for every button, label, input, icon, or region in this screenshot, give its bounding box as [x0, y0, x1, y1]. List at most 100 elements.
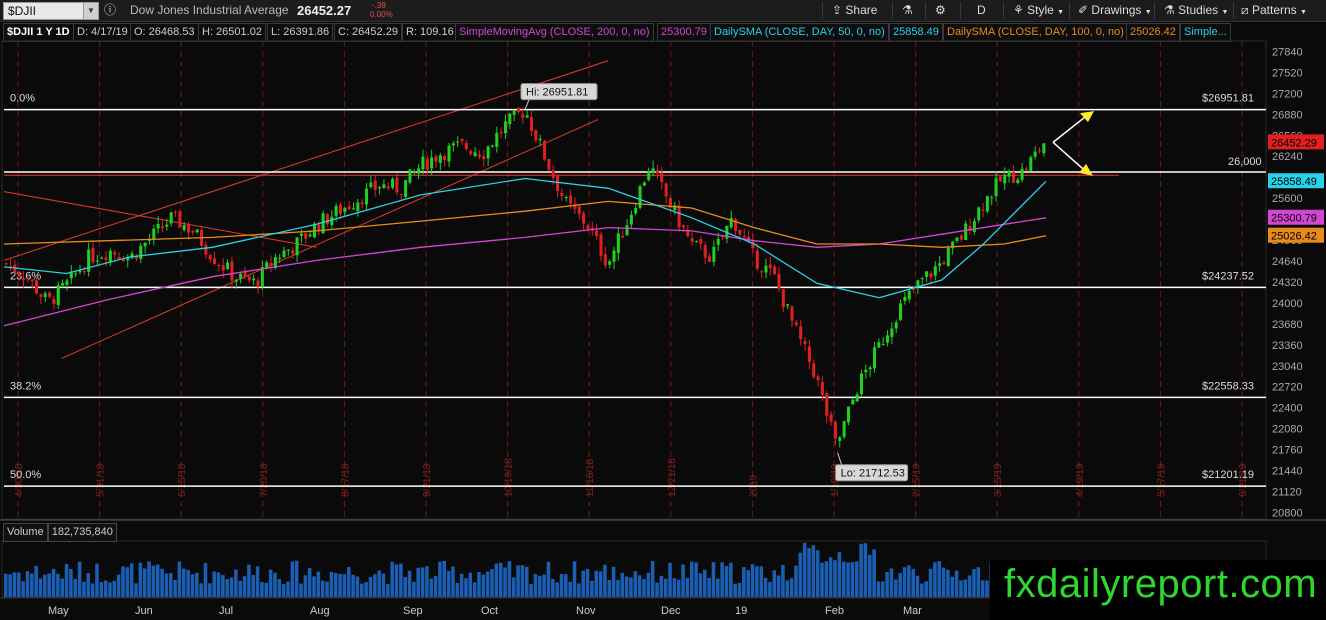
volume-bar	[355, 576, 360, 597]
candle-body	[577, 206, 581, 214]
candle-body	[22, 278, 26, 281]
candle-body	[912, 288, 916, 290]
candle-body	[851, 399, 855, 405]
candle-body	[495, 132, 499, 147]
volume-bar	[911, 569, 915, 597]
candle-body	[91, 247, 95, 263]
volume-bar	[268, 569, 273, 597]
candle-body	[477, 154, 481, 157]
candle-body	[260, 267, 264, 288]
candle-body	[173, 211, 178, 213]
candle-body	[920, 278, 924, 280]
volume-bar	[325, 581, 329, 597]
candle-body	[338, 204, 342, 215]
candle-body	[160, 226, 164, 229]
volume-bar	[242, 576, 247, 597]
candle-body	[82, 271, 86, 273]
volume-bar	[342, 574, 347, 597]
candle-body	[499, 132, 503, 134]
volume-bar	[933, 562, 937, 597]
volume-bar	[768, 581, 772, 597]
candle-body	[490, 145, 494, 147]
candle-body	[256, 280, 260, 287]
candle-body	[325, 214, 329, 225]
volume-bar	[807, 548, 811, 597]
candle-body	[655, 170, 659, 174]
candle-body	[451, 143, 455, 146]
candle-body	[100, 257, 104, 259]
volume-bar	[789, 578, 794, 597]
candle-body	[959, 235, 963, 240]
candle-body	[603, 254, 607, 266]
volume-bar	[876, 581, 881, 597]
month-label: Mar	[903, 605, 922, 617]
candle-body	[998, 176, 1002, 182]
candle-body	[872, 347, 877, 369]
candle-body	[347, 206, 351, 210]
volume-bar	[12, 572, 17, 597]
candle-body	[560, 192, 564, 196]
volume-bar	[147, 561, 151, 597]
volume-bar	[755, 566, 759, 597]
y-tick-label: 23680	[1272, 319, 1303, 331]
volume-bar	[681, 564, 685, 597]
candle-body	[308, 234, 312, 237]
volume-bar	[551, 578, 555, 597]
date-tick-label: 4/19/19	[1075, 463, 1086, 497]
volume-bar	[203, 562, 208, 597]
sma200-line	[3, 217, 1047, 327]
candle-body	[825, 393, 829, 416]
candle-body	[595, 230, 599, 237]
volume-bar	[307, 568, 312, 597]
candle-body	[634, 207, 638, 214]
candle-body	[74, 273, 78, 275]
candle-body	[65, 280, 69, 285]
volume-bar	[403, 577, 407, 597]
volume-bar	[924, 581, 928, 597]
volume-bar	[980, 580, 985, 597]
candle-body	[1029, 157, 1033, 171]
fib-pct-label: 50.0%	[10, 469, 41, 481]
candle-body	[208, 255, 212, 260]
level-26000-label: 26,000	[1228, 156, 1262, 168]
candle-body	[108, 250, 112, 263]
candle-body	[295, 237, 299, 256]
volume-bar	[468, 572, 473, 597]
volume-bar	[742, 567, 746, 597]
volume-bar	[182, 568, 186, 597]
candle-body	[629, 214, 633, 225]
candle-body	[512, 110, 516, 115]
candle-body	[543, 140, 547, 160]
volume-bar	[451, 566, 455, 597]
candle-body	[382, 184, 386, 188]
candle-body	[946, 247, 950, 267]
chart-canvas[interactable]: 20800 21120 21440 21760 22080 22400 22720 23040…	[0, 0, 1326, 620]
candle-body	[269, 262, 273, 266]
volume-bar	[941, 567, 946, 597]
candle-body	[1020, 168, 1024, 180]
volume-bar	[759, 566, 763, 597]
volume-bar	[603, 564, 607, 597]
volume-bar	[538, 575, 542, 597]
volume-bar	[112, 580, 117, 597]
volume-bar	[954, 570, 959, 597]
candle-body	[781, 289, 785, 308]
volume-bar	[277, 578, 282, 597]
volume-bar	[546, 561, 551, 597]
candle-body	[981, 209, 985, 211]
date-tick-label: 10/19/18	[504, 458, 515, 497]
fib-pct-label: 38.2%	[10, 380, 41, 392]
volume-bar	[750, 564, 755, 597]
candle-body	[52, 299, 56, 304]
volume-bar	[195, 572, 199, 597]
volume-bar	[116, 574, 121, 597]
volume-bar	[611, 566, 616, 597]
fib-price-label: $22558.33	[1202, 380, 1254, 392]
candle-body	[165, 224, 169, 227]
y-tick-label: 23360	[1272, 340, 1303, 352]
fib-price-label: $26951.81	[1202, 93, 1254, 105]
volume-bar	[867, 554, 872, 597]
candle-body	[529, 117, 534, 131]
candle-body	[343, 207, 347, 213]
candle-body	[1037, 150, 1042, 152]
